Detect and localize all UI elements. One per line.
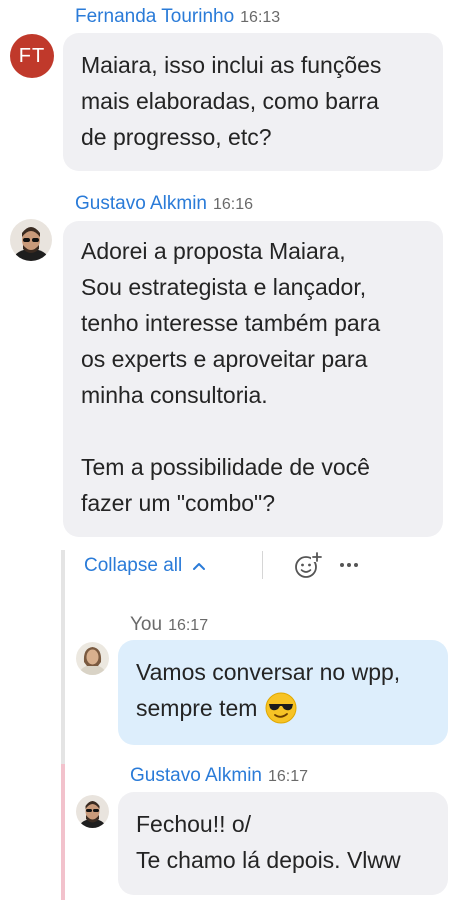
author-name[interactable]: Gustavo Alkmin (75, 193, 207, 214)
message-line: Tem a possibilidade de você (81, 454, 370, 480)
collapse-all-label: Collapse all (84, 555, 183, 576)
collapse-all-button[interactable]: Collapse all (84, 552, 206, 580)
message-line: sempre tem (136, 690, 430, 726)
message-line: Te chamo lá depois. Vlww (136, 847, 401, 873)
add-reaction-icon[interactable] (293, 551, 323, 581)
message-bubble[interactable]: Adorei a proposta Maiara, Sou estrategis… (63, 221, 443, 537)
message-line: de progresso, etc? (81, 124, 272, 150)
message-line: tenho interesse também para (81, 310, 381, 336)
message-bubble[interactable]: Fechou!! o/ Te chamo lá depois. Vlww (118, 792, 448, 895)
message-text: sempre tem (136, 695, 258, 721)
message-line: Vamos conversar no wpp, (136, 659, 401, 685)
message-line: minha consultoria. (81, 382, 268, 408)
message-line: Adorei a proposta Maiara, (81, 238, 346, 264)
message-header: Gustavo Alkmin 16:16 (75, 193, 253, 215)
sunglasses-emoji-icon (265, 692, 297, 724)
message-line: fazer um "combo"? (81, 490, 276, 516)
message-line: mais elaboradas, como barra (81, 88, 379, 114)
message-line: Fechou!! o/ (136, 811, 252, 837)
author-name: You (130, 614, 163, 635)
timestamp: 16:16 (213, 196, 254, 213)
reply-header: Gustavo Alkmin 16:17 (130, 765, 308, 787)
thread-line (61, 550, 65, 764)
message-bubble[interactable]: Vamos conversar no wpp, sempre tem (118, 640, 448, 745)
thread-line-unread (61, 764, 65, 900)
message-line: Maiara, isso inclui as funções (81, 52, 382, 78)
toolbar-divider (262, 551, 263, 579)
avatar[interactable] (76, 795, 109, 828)
avatar[interactable] (10, 219, 52, 261)
message-line: os experts e aproveitar para (81, 346, 368, 372)
reply-header: You 16:17 (130, 614, 208, 636)
timestamp: 16:13 (240, 9, 281, 26)
message-bubble[interactable]: Maiara, isso inclui as funções mais elab… (63, 33, 443, 171)
message-line (81, 413, 425, 449)
message-header: Fernanda Tourinho 16:13 (75, 6, 280, 28)
message-line: Sou estrategista e lançador, (81, 274, 367, 300)
avatar[interactable] (76, 642, 109, 675)
avatar-initials: FT (18, 44, 46, 67)
author-name[interactable]: Fernanda Tourinho (75, 6, 234, 27)
avatar[interactable]: FT (10, 34, 54, 78)
more-options-icon[interactable] (338, 556, 360, 574)
chevron-up-icon (192, 561, 206, 571)
timestamp: 16:17 (268, 768, 309, 785)
author-name[interactable]: Gustavo Alkmin (130, 765, 262, 786)
timestamp: 16:17 (168, 617, 209, 634)
